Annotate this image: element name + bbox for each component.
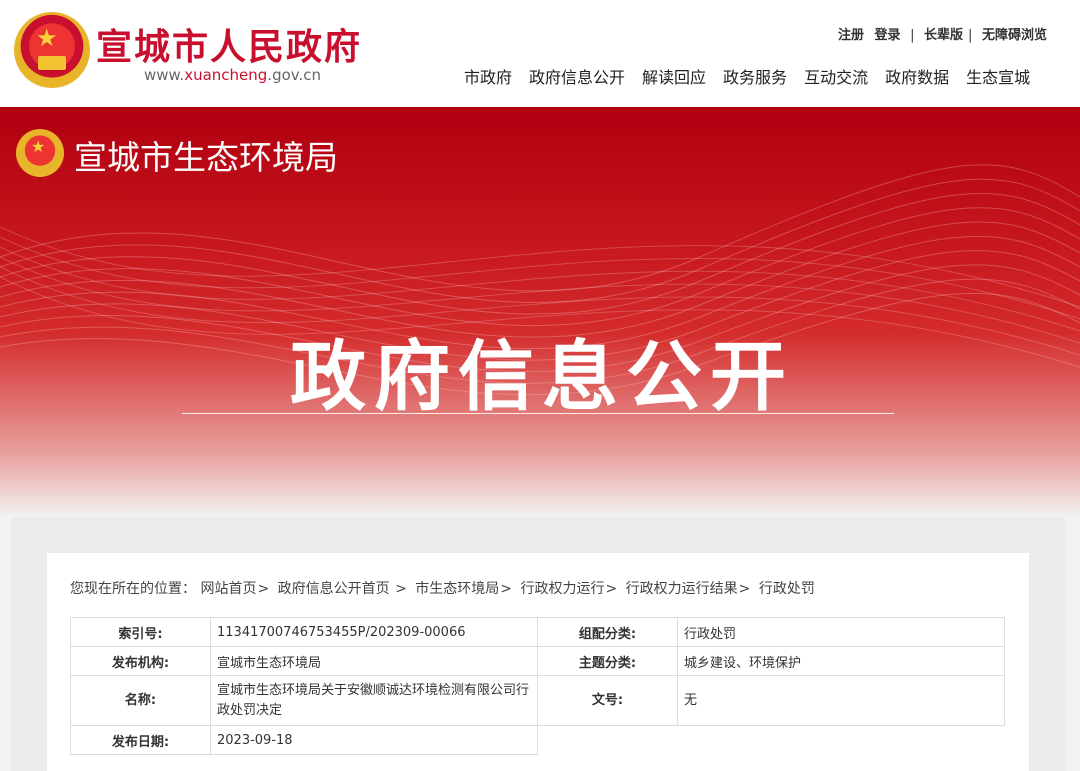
date-value: 2023-09-18 <box>210 725 538 755</box>
date-label: 发布日期: <box>70 725 211 755</box>
register-link[interactable]: 注册 <box>838 28 864 43</box>
name-label: 名称: <box>70 675 211 726</box>
table-row: 名称: 宣城市生态环境局关于安徽顺诚达环境检测有限公司行政处罚决定 文号: 无 <box>70 675 1005 726</box>
docno-value: 无 <box>677 675 1005 726</box>
nav-item-city-government[interactable]: 市政府 <box>464 64 512 88</box>
main-nav: 市政府 政府信息公开 解读回应 政务服务 互动交流 政府数据 生态宣城 <box>464 64 1030 88</box>
nav-item-eco-xuancheng[interactable]: 生态宣城 <box>966 64 1030 88</box>
index-value: 11341700746753455P/202309-00066 <box>210 617 538 647</box>
category-value: 行政处罚 <box>677 617 1005 647</box>
banner-divider <box>182 413 894 414</box>
nav-item-info-disclosure[interactable]: 政府信息公开 <box>529 64 625 88</box>
top-header: ★ 宣城市人民政府 www.xuancheng.gov.cn 注册 登录 | 长… <box>0 0 1080 107</box>
index-label: 索引号: <box>70 617 211 647</box>
site-url: www.xuancheng.gov.cn <box>144 66 321 84</box>
nav-item-interaction[interactable]: 互动交流 <box>804 64 868 88</box>
accessibility-link[interactable]: 无障碍浏览 <box>982 28 1047 43</box>
table-row: 索引号: 11341700746753455P/202309-00066 组配分… <box>70 617 1005 647</box>
national-emblem-icon[interactable]: ★ <box>14 12 90 88</box>
nav-item-services[interactable]: 政务服务 <box>723 64 787 88</box>
table-row: 发布日期: 2023-09-18 <box>70 725 1005 755</box>
breadcrumb-power-operation[interactable]: 行政权力运行 <box>520 581 604 597</box>
site-url-prefix: www. <box>144 66 185 84</box>
nav-item-data[interactable]: 政府数据 <box>885 64 949 88</box>
breadcrumb-home[interactable]: 网站首页 <box>200 581 256 597</box>
banner: ★ 宣城市生态环境局 政府信息公开 <box>0 107 1080 517</box>
topic-value: 城乡建设、环境保护 <box>677 646 1005 676</box>
topic-label: 主题分类: <box>537 646 678 676</box>
elder-version-link[interactable]: 长辈版 <box>924 28 963 43</box>
banner-heading: 政府信息公开 <box>290 332 794 421</box>
breadcrumb: 您现在所在的位置： 网站首页> 政府信息公开首页 > 市生态环境局> 行政权力运… <box>70 581 815 597</box>
nav-item-interpretation[interactable]: 解读回应 <box>642 64 706 88</box>
dept-title[interactable]: 宣城市生态环境局 <box>74 131 338 179</box>
breadcrumb-disclosure-home[interactable]: 政府信息公开首页 <box>278 581 390 597</box>
category-label: 组配分类: <box>537 617 678 647</box>
breadcrumb-penalty[interactable]: 行政处罚 <box>759 581 815 597</box>
table-row: 发布机构: 宣城市生态环境局 主题分类: 城乡建设、环境保护 <box>70 646 1005 676</box>
breadcrumb-eco-bureau[interactable]: 市生态环境局 <box>415 581 499 597</box>
info-table: 索引号: 11341700746753455P/202309-00066 组配分… <box>70 617 1005 755</box>
publisher-value: 宣城市生态环境局 <box>210 646 538 676</box>
empty-cell <box>538 726 678 755</box>
utility-links: 注册 登录 | 长辈版 | 无障碍浏览 <box>838 28 1047 43</box>
breadcrumb-operation-results[interactable]: 行政权力运行结果 <box>626 581 738 597</box>
site-title[interactable]: 宣城市人民政府 <box>96 18 362 70</box>
breadcrumb-prefix: 您现在所在的位置： <box>70 581 196 597</box>
dept-emblem-icon: ★ <box>16 129 64 177</box>
login-link[interactable]: 登录 <box>875 28 901 43</box>
site-url-suffix: .gov.cn <box>267 66 321 84</box>
site-url-domain: xuancheng <box>184 66 268 84</box>
name-value: 宣城市生态环境局关于安徽顺诚达环境检测有限公司行政处罚决定 <box>210 675 538 726</box>
empty-cell <box>678 726 1005 755</box>
publisher-label: 发布机构: <box>70 646 211 676</box>
docno-label: 文号: <box>537 675 678 726</box>
